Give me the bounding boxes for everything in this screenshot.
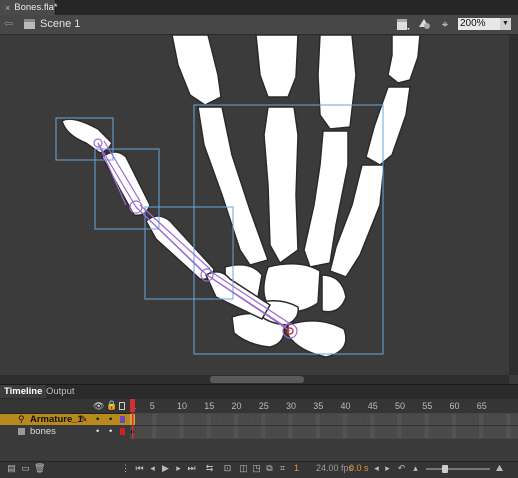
small-mountain-icon[interactable]: ▴ [410,463,421,474]
scroll-left-icon[interactable]: ◂ [371,463,382,474]
frame-number: 65 [476,401,487,411]
scene-label[interactable]: Scene 1 [40,18,80,30]
onion-outline-icon[interactable]: ◳ [251,463,262,474]
modify-markers-icon[interactable]: ⌗ [277,463,288,474]
frame-number: 50 [395,401,406,411]
thumb-bone[interactable] [61,118,113,154]
eye-icon[interactable]: 👁 [93,401,104,412]
frame-grid[interactable] [130,413,518,439]
symbol-dropdown-icon[interactable] [418,17,432,31]
new-folder-icon[interactable]: ▭ [20,463,31,474]
zoom-field[interactable]: 200% [458,18,500,30]
edit-bar: ⇦ Scene 1 ⌖ 200% ▼ [0,15,518,35]
stage[interactable] [0,35,509,375]
clapper-dropdown-icon[interactable] [396,17,410,31]
visibility-dot[interactable]: • [96,426,99,437]
center-frame-icon[interactable]: ⊡ [222,463,233,474]
edit-multiple-frames-icon[interactable]: ⧉ [264,463,275,474]
frame-size-slider[interactable] [426,468,490,470]
onion-skin-icon[interactable]: ◫ [238,463,249,474]
visibility-dot[interactable]: • [96,414,99,425]
finger-bone[interactable] [317,35,357,130]
layer-armature[interactable]: ⚲ Armature_1 ✎ • • [0,414,130,425]
close-icon[interactable]: × [5,3,10,13]
frame-number: 15 [204,401,215,411]
finger-bone[interactable] [171,35,222,106]
step-back-icon[interactable]: ◂ [147,463,158,474]
lock-dot[interactable]: • [109,426,112,437]
frame-number: 55 [422,401,433,411]
carpal-bone[interactable] [287,320,347,358]
bones-artwork[interactable] [0,35,509,375]
frame-number: 45 [367,401,378,411]
playhead[interactable] [130,399,135,439]
timeline-menu-icon[interactable]: ⋮ [120,463,131,474]
scene-clapper-icon [24,19,35,29]
loop-icon[interactable]: ⇆ [204,463,215,474]
pencil-icon[interactable]: ✎ [80,414,88,425]
finger-bone[interactable] [255,35,299,98]
tab-timeline[interactable]: Timeline [0,385,47,398]
layer-name[interactable]: Armature_1 [30,414,83,425]
current-frame[interactable]: 1 [294,463,299,473]
frame-number: 25 [258,401,269,411]
elapsed-time[interactable]: 0.0 s [349,463,369,473]
last-frame-icon[interactable]: ⏭ [186,463,197,474]
document-tab-bar: × Bones.fla* [0,0,518,16]
layer-icon [18,428,25,435]
carpal-bone[interactable] [321,274,347,313]
document-tab[interactable]: × Bones.fla* [0,0,58,15]
frame-number: 10 [177,401,188,411]
frame-size-slider-thumb[interactable] [442,465,448,473]
finger-bone[interactable] [263,106,299,265]
tab-output[interactable]: Output [42,385,79,398]
layer-name[interactable]: bones [30,426,56,437]
frame-number: 40 [340,401,351,411]
chevron-down-icon[interactable]: ▼ [500,18,511,30]
timeline-empty-area [0,439,518,461]
large-mountain-icon[interactable]: ⛰ [494,463,505,474]
scroll-right-icon[interactable]: ▸ [382,463,393,474]
lock-icon[interactable]: 🔒 [106,400,117,411]
outline-icon[interactable] [119,402,125,410]
layer-bones[interactable]: bones • • [0,426,130,437]
horizontal-scroll-thumb[interactable] [210,376,304,383]
undo-icon[interactable]: ↶ [396,463,407,474]
lock-dot[interactable]: • [109,414,112,425]
frame-number: 5 [149,401,155,411]
vertical-scrollbar[interactable] [509,35,518,375]
frame-number: 35 [313,401,324,411]
step-forward-icon[interactable]: ▸ [173,463,184,474]
bone-tool-icon: ⚲ [18,414,25,424]
play-icon[interactable]: ▶ [160,463,171,474]
frame-rate[interactable]: 24.00 fps [316,463,353,473]
back-arrow-icon[interactable]: ⇦ [4,18,16,30]
new-layer-icon[interactable]: ▤ [6,463,17,474]
center-stage-icon[interactable]: ⌖ [438,17,452,31]
outline-color-swatch[interactable] [120,416,125,423]
first-frame-icon[interactable]: ⏮ [134,463,145,474]
frame-number: 20 [231,401,242,411]
outline-color-swatch[interactable] [120,428,125,435]
finger-bone[interactable] [387,35,421,84]
delete-icon[interactable]: 🗑 [34,463,45,474]
finger-bone[interactable] [365,86,411,166]
document-tab-title: Bones.fla* [14,2,58,13]
frame-number: 60 [449,401,460,411]
frame-number: 30 [286,401,297,411]
